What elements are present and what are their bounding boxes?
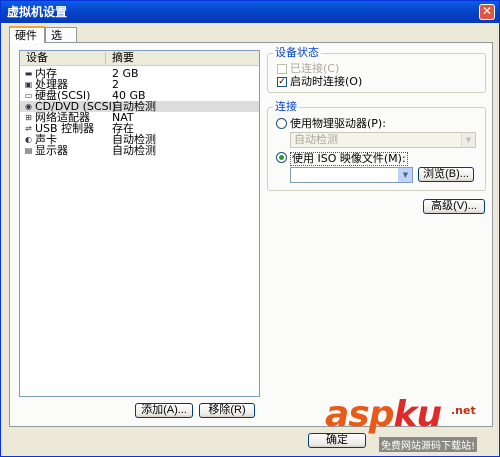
add-device-button[interactable]: 添加(A)... [135, 403, 193, 418]
advanced-button[interactable]: 高级(V)... [423, 199, 485, 214]
chevron-down-icon[interactable]: ▼ [398, 168, 412, 182]
iso-image-label: 使用 ISO 映像文件(M): [290, 152, 408, 166]
column-header-summary[interactable]: 摘要 [112, 51, 134, 65]
device-row-8[interactable]: ▤ 显示器 自动检测 [20, 145, 259, 156]
chevron-down-icon: ▼ [461, 133, 475, 147]
device-list[interactable]: 设备 摘要 ▬ 内存 2 GB ▣ 处理器 2 ▭ 硬盘(SCSI) 40 GB ◉ CD/DVD … [19, 50, 260, 397]
iso-image-radio[interactable] [276, 152, 287, 163]
list-header: 设备 摘要 [20, 51, 259, 66]
physical-drive-value: 自动检测 [294, 133, 338, 146]
sound-card-icon: ◐ [25, 135, 32, 144]
device-status-title: 设备状态 [273, 46, 321, 60]
title-bar[interactable]: 虚拟机设置 ✕ [1, 1, 499, 23]
physical-drive-radio[interactable] [276, 118, 287, 129]
iso-path-combo[interactable]: ▼ [290, 167, 413, 183]
site-watermark: aspku .net 免费网站源码下载站! [325, 394, 493, 452]
close-button[interactable]: ✕ [479, 4, 495, 20]
remove-device-button[interactable]: 移除(R) [199, 403, 255, 418]
browse-button[interactable]: 浏览(B)... [418, 167, 474, 182]
device-summary: 自动检测 [112, 144, 156, 157]
watermark-logo: aspku [325, 394, 442, 435]
column-separator[interactable] [105, 52, 106, 64]
watermark-tld: .net [451, 404, 476, 417]
physical-drive-select[interactable]: 自动检测 ▼ [290, 132, 476, 148]
connect-at-power-on-label: 启动时连接(O) [290, 75, 363, 88]
connect-at-power-on-checkbox[interactable]: ✓ [277, 77, 287, 87]
close-icon: ✕ [481, 4, 493, 18]
tab-hardware[interactable]: 硬件 [9, 26, 45, 43]
tab-options[interactable]: 选项 [45, 27, 77, 57]
processor-icon: ▣ [24, 80, 33, 89]
usb-icon: ⇌ [25, 124, 32, 133]
radio-dot [279, 155, 284, 160]
window-title: 虚拟机设置 [7, 5, 68, 19]
network-adapter-icon: ⊞ [25, 113, 32, 122]
connection-title: 连接 [273, 100, 299, 114]
device-name: 显示器 [35, 144, 68, 157]
memory-icon: ▬ [24, 69, 33, 78]
column-header-device[interactable]: 设备 [26, 51, 48, 65]
cd-dvd-icon: ◉ [25, 102, 32, 111]
vm-settings-window: 虚拟机设置 ✕ 硬件 选项 设备 摘要 ▬内存2 GB▣处理器2▭硬盘(SCSI… [0, 0, 500, 457]
watermark-slogan: 免费网站源码下载站! [379, 437, 478, 452]
checkmark-icon: ✓ [278, 77, 286, 87]
hard-disk-icon: ▭ [24, 91, 33, 100]
display-icon: ▤ [24, 146, 33, 155]
physical-drive-label: 使用物理驱动器(P): [290, 117, 386, 130]
connected-checkbox[interactable] [277, 64, 287, 74]
connected-label: 已连接(C) [290, 62, 340, 75]
